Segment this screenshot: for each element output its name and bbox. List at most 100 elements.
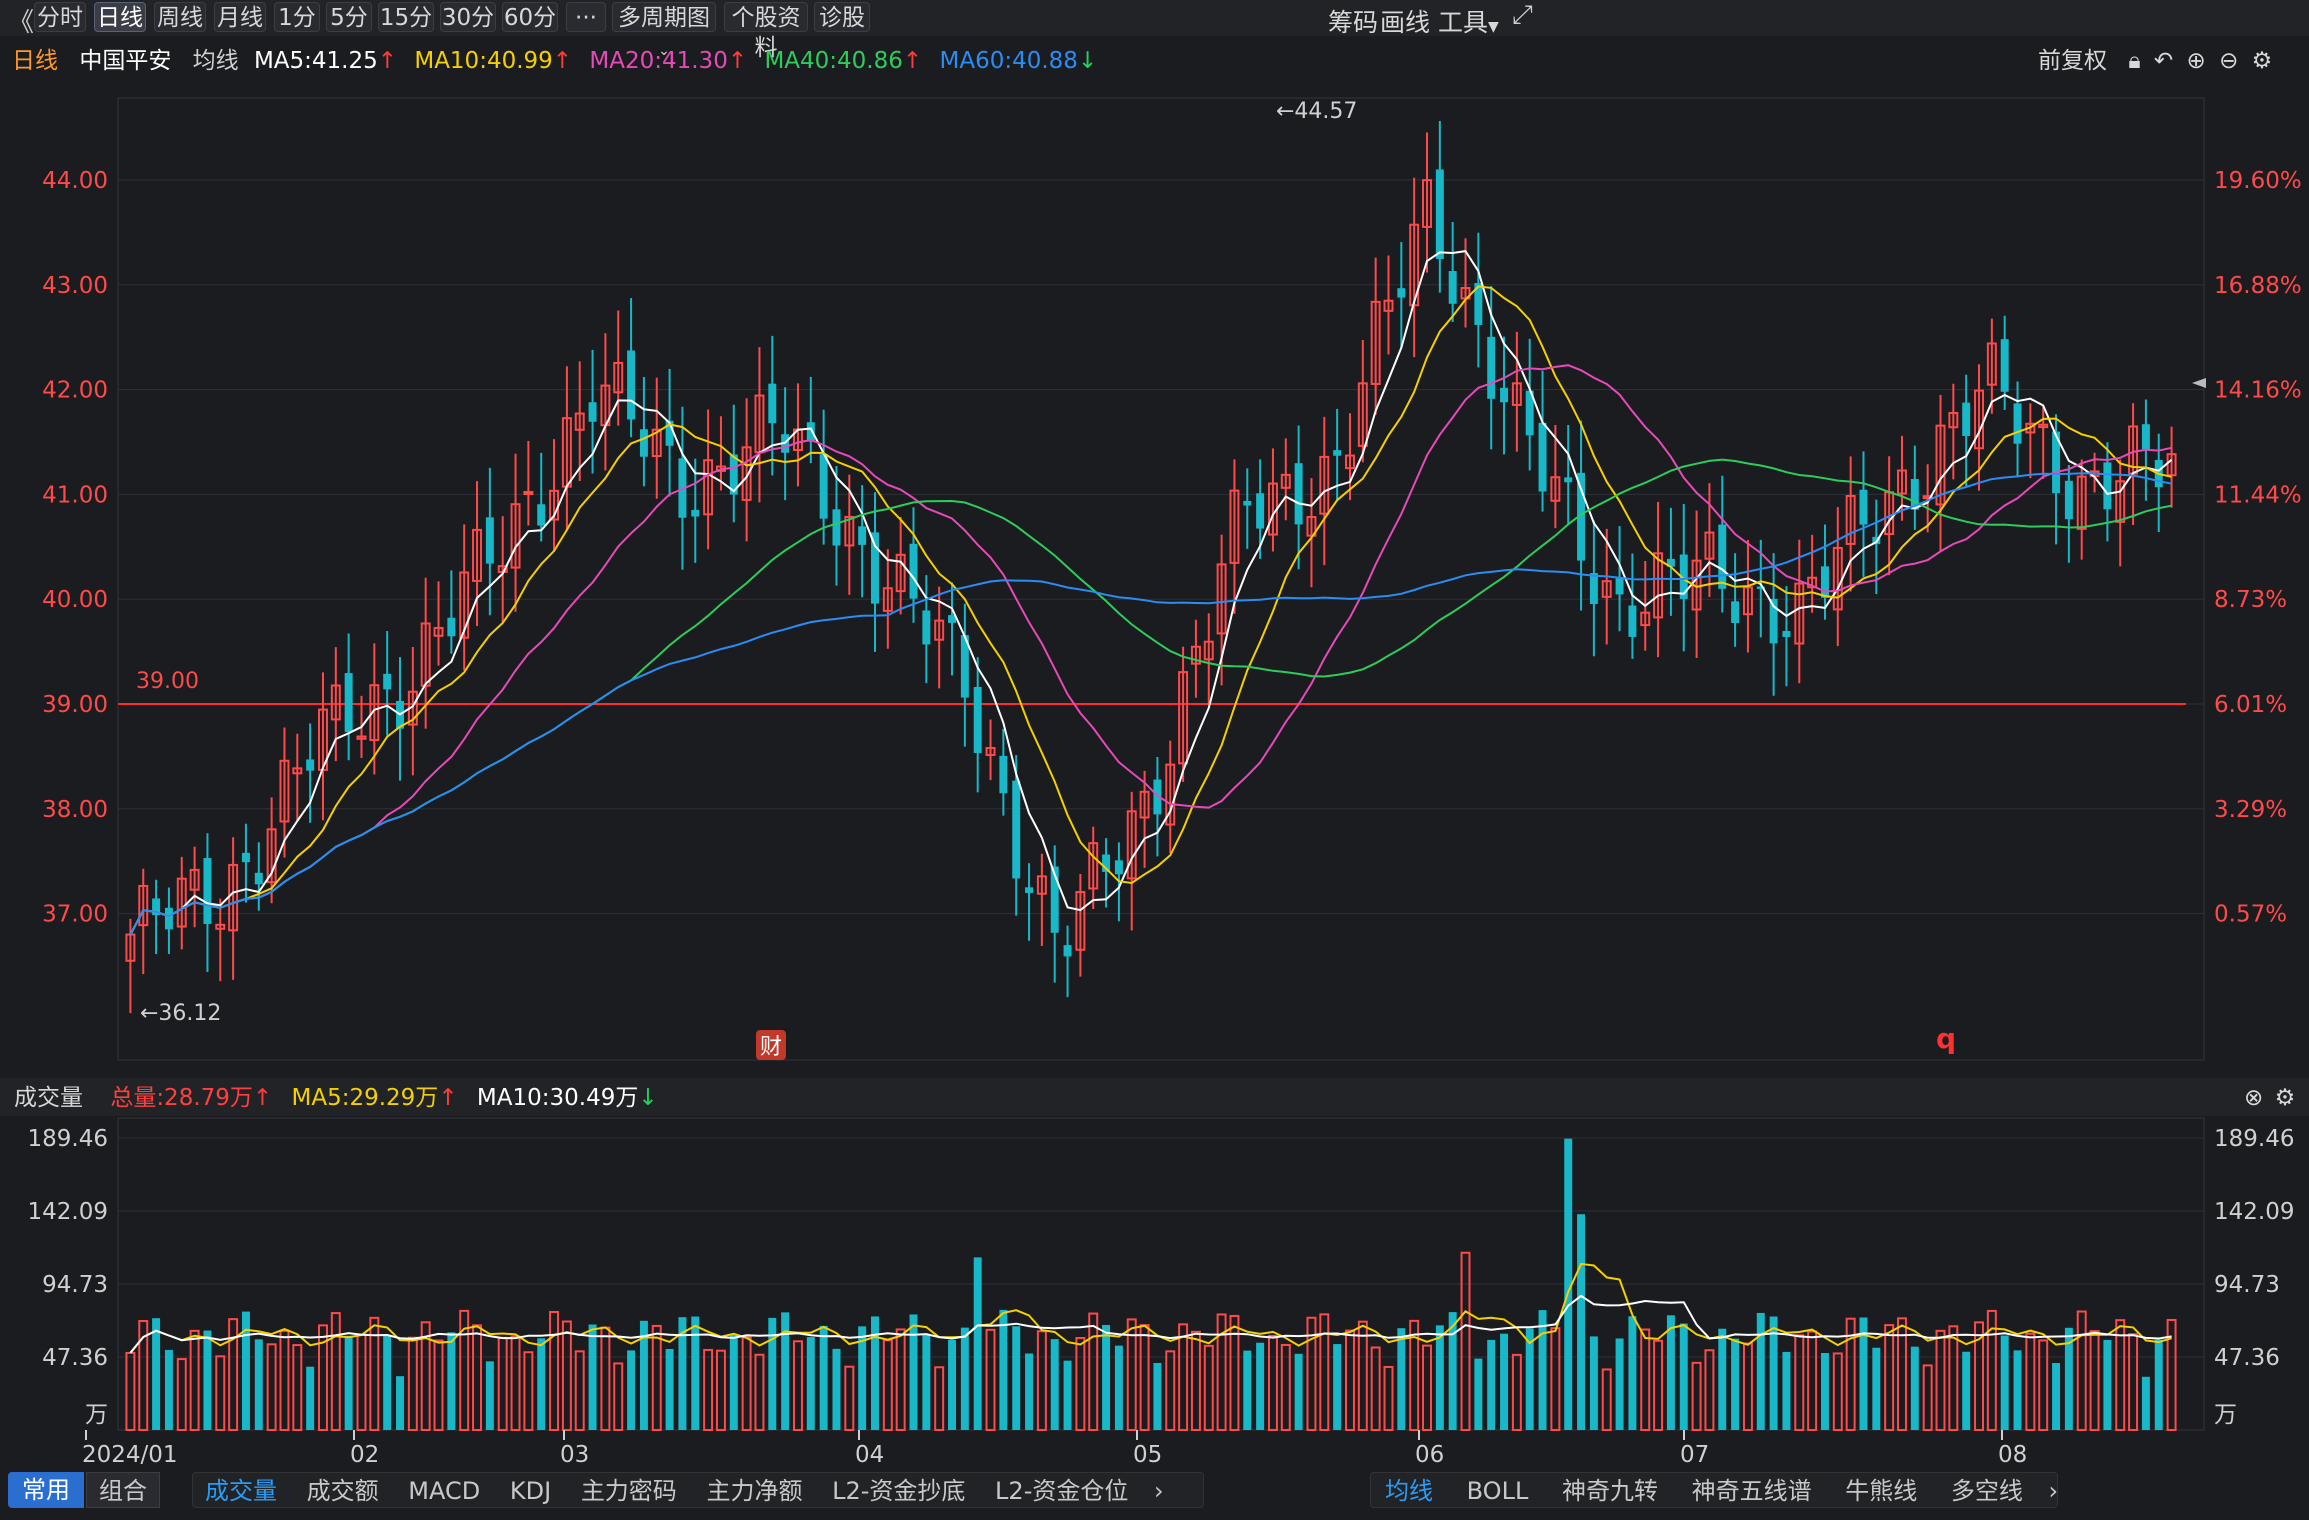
candle-body: [922, 610, 931, 645]
volume-unit-label: 万: [85, 1402, 108, 1428]
volume-bar: [1333, 1344, 1342, 1430]
date-tick-label: 08: [1998, 1442, 2027, 1468]
support-line-label: 39.00: [136, 669, 199, 694]
volume-bar: [1538, 1310, 1547, 1430]
volume-bar: [1794, 1334, 1805, 1432]
volume-bar: [1589, 1336, 1598, 1430]
volume-bar: [844, 1365, 855, 1431]
overlay-tabs: 均线 BOLL 神奇九转 神奇五线谱 牛熊线 多空线 ›: [1370, 1472, 2058, 1508]
overlay-tab-five-lines[interactable]: 神奇五线谱: [1692, 1477, 1812, 1505]
overlay-tab-boll[interactable]: BOLL: [1467, 1477, 1529, 1505]
volume-tick-label: 94.73: [42, 1272, 108, 1298]
volume-bar: [729, 1334, 738, 1430]
price-tick-label: 41.00: [42, 482, 108, 508]
price-tick-label: 39.00: [42, 692, 108, 718]
volume-title: 成交量: [14, 1085, 83, 1111]
candle-body: [639, 429, 648, 457]
volume-bar: [1832, 1352, 1843, 1431]
percent-tick-label: 14.16%: [2214, 378, 2302, 404]
volume-bar: [1063, 1360, 1072, 1430]
candle-body: [1333, 450, 1342, 456]
overlay-tab-ma[interactable]: 均线: [1385, 1477, 1433, 1505]
volume-bar: [627, 1350, 636, 1430]
candle-body: [1718, 524, 1727, 589]
volume-bar: [2128, 1333, 2139, 1431]
volume-bar: [1935, 1329, 1946, 1431]
volume-bar: [2154, 1339, 2163, 1430]
volume-bar: [1139, 1324, 1150, 1431]
ma20-line: [129, 364, 2172, 936]
event-marker-q[interactable]: q: [1936, 1022, 1956, 1055]
volume-bar: [2025, 1332, 2036, 1431]
volume-bar: [306, 1366, 315, 1430]
candle-body: [1025, 887, 1034, 893]
volume-ma5: MA5:29.29万: [291, 1085, 439, 1111]
volume-bar: [715, 1349, 726, 1432]
volume-bar: [447, 1332, 456, 1430]
volume-bar: [948, 1339, 956, 1430]
candle-body: [1012, 780, 1021, 879]
indicator-tab-l2-position[interactable]: L2-资金仓位: [995, 1477, 1128, 1505]
volume-bar: [1345, 1329, 1355, 1432]
candle-body: [871, 532, 879, 604]
volume-bar: [1820, 1352, 1829, 1430]
volume-bar: [1012, 1326, 1021, 1430]
volume-bar: [1422, 1344, 1432, 1432]
close-icon[interactable]: ⊗: [2244, 1085, 2263, 1111]
candle-body: [1962, 402, 1971, 437]
moving-averages: [129, 250, 2173, 936]
candle-body: [819, 454, 828, 519]
indicator-tab-main-net[interactable]: 主力净额: [706, 1477, 802, 1505]
bottom-tab-common[interactable]: 常用: [8, 1472, 84, 1508]
volume-bar: [1948, 1325, 1959, 1431]
volume-bar: [703, 1348, 714, 1431]
volume-bar: [754, 1353, 765, 1432]
volume-bar: [549, 1310, 560, 1431]
price-tick-label: 38.00: [42, 797, 108, 823]
candle-body: [1487, 336, 1496, 399]
indicator-tab-macd[interactable]: MACD: [408, 1477, 480, 1505]
arrow-down-icon: ↓: [638, 1085, 658, 1111]
chevron-right-icon[interactable]: ›: [2049, 1477, 2059, 1505]
volume-ma10: MA10:30.49万: [476, 1085, 639, 1111]
kline-chart[interactable]: 37.00 38.00 39.00 40.00 41.00 42.00 43.00 44.00…: [0, 0, 2309, 1520]
volume-bar: [1922, 1364, 1933, 1432]
overlay-tab-td9[interactable]: 神奇九转: [1562, 1477, 1658, 1505]
indicator-tab-volume[interactable]: 成交量: [205, 1477, 277, 1505]
volume-bar: [1267, 1334, 1278, 1431]
volume-bar: [1807, 1330, 1818, 1432]
indicator-tab-main-code[interactable]: 主力密码: [581, 1477, 677, 1505]
volume-bar: [1756, 1312, 1765, 1430]
settings-icon[interactable]: ⚙: [2275, 1085, 2296, 1111]
volume-bar: [1114, 1345, 1123, 1430]
ma5-line: [129, 250, 2173, 936]
volume-bar: [1088, 1312, 1099, 1432]
candle-body: [1628, 605, 1637, 637]
volume-bar: [1036, 1330, 1047, 1431]
percent-axis: 0.57% 3.29% 6.01% 8.73% 11.44% 14.16% 16.88% 19…: [2214, 168, 2302, 928]
finance-event-marker[interactable]: 财: [756, 1030, 786, 1060]
volume-bar: [561, 1320, 572, 1432]
volume-bar: [1165, 1350, 1176, 1431]
volume-bar: [330, 1312, 341, 1432]
chevron-right-icon[interactable]: ›: [1154, 1477, 1164, 1505]
volume-total: 总量:28.79万: [110, 1085, 253, 1111]
candle-body: [1435, 169, 1444, 259]
indicator-tab-amount[interactable]: 成交额: [307, 1477, 379, 1505]
volume-tick-label: 142.09: [28, 1199, 108, 1225]
indicator-tab-l2-bottom[interactable]: L2-资金抄底: [832, 1477, 965, 1505]
overlay-tab-bull-bear[interactable]: 牛熊线: [1845, 1477, 1917, 1505]
bottom-tab-combo[interactable]: 组合: [86, 1472, 160, 1508]
volume-tick-label: 47.36: [2214, 1345, 2280, 1371]
overlay-tab-long-short[interactable]: 多空线: [1951, 1477, 2023, 1505]
volume-bar: [792, 1340, 803, 1431]
volume-bar: [832, 1348, 841, 1430]
indicator-tab-kdj[interactable]: KDJ: [510, 1477, 551, 1505]
volume-bar: [1666, 1315, 1675, 1430]
candle-body: [1820, 566, 1829, 598]
volume-bar: [1319, 1313, 1330, 1432]
volume-bar: [254, 1339, 263, 1430]
volume-tick-label: 189.46: [28, 1126, 108, 1152]
volume-bar: [613, 1362, 624, 1431]
volume-bar: [741, 1336, 752, 1431]
